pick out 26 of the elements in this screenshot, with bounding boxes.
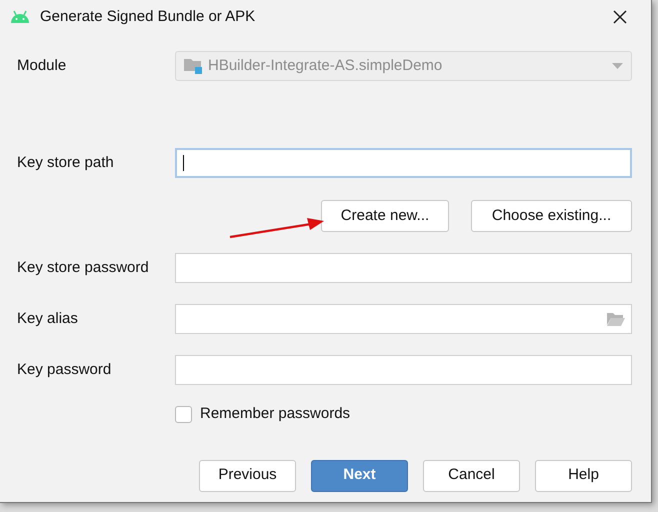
dialog-button[interactable]: Cancel xyxy=(423,460,520,492)
field-label: Key alias xyxy=(17,308,79,329)
checkbox[interactable] xyxy=(175,406,192,423)
dialog-button[interactable]: Next xyxy=(311,460,408,492)
dialog-button[interactable]: Previous xyxy=(199,460,296,492)
field-label: Key store path xyxy=(17,152,115,173)
folder-icon xyxy=(184,58,202,74)
field-label: Key password xyxy=(17,360,112,380)
create-new-button[interactable]: Create new... xyxy=(321,200,449,232)
input-field[interactable] xyxy=(175,148,632,178)
field-label: Module xyxy=(17,56,68,76)
module-value: HBuilder-Integrate-AS.simpleDemo xyxy=(208,56,444,76)
text-cursor-icon xyxy=(183,155,184,171)
checkbox-label: Remember passwords xyxy=(200,404,350,424)
folder-icon xyxy=(607,312,625,326)
input-field[interactable] xyxy=(175,355,632,385)
choose-existing-button[interactable]: Choose existing... xyxy=(471,200,632,232)
field-label: Key store password xyxy=(17,258,150,278)
close-icon xyxy=(613,10,627,24)
window-title: Generate Signed Bundle or APK xyxy=(40,6,256,27)
browse-field[interactable] xyxy=(175,304,632,334)
close-button[interactable] xyxy=(613,9,629,25)
dialog-button[interactable]: Help xyxy=(535,460,632,492)
dropdown-caret-icon xyxy=(612,63,623,69)
android-icon xyxy=(10,10,30,24)
input-field[interactable] xyxy=(175,253,632,283)
